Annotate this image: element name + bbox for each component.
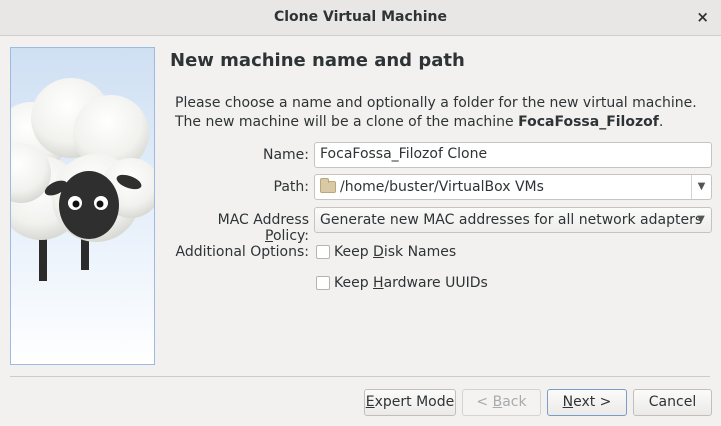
- next-mnemonic: N: [562, 394, 574, 410]
- title-bar: Clone Virtual Machine ×: [0, 0, 721, 36]
- name-label: Name:: [262, 147, 309, 163]
- expert-mode-button[interactable]: Expert Mode: [364, 389, 456, 416]
- keep-hw-text: Keep: [334, 275, 374, 291]
- back-prefix: <: [476, 394, 493, 410]
- close-icon[interactable]: ×: [696, 8, 709, 26]
- back-label: ack: [502, 394, 527, 410]
- keep-disk-text: Keep: [334, 244, 374, 260]
- keep-hw-text-end: ardware UUIDs: [383, 275, 488, 291]
- mac-label-mnemonic: P: [265, 228, 273, 244]
- source-vm-name: FocaFossa_Filozof: [518, 114, 659, 130]
- sheep-illustration: [10, 47, 155, 365]
- window-title: Clone Virtual Machine: [273, 9, 447, 25]
- mac-policy-label: MAC Address Policy:: [170, 212, 309, 244]
- description-end: .: [658, 114, 664, 130]
- back-mnemonic: B: [492, 394, 503, 410]
- keep-disk-names-label[interactable]: Keep Disk Names: [334, 244, 456, 260]
- next-button[interactable]: Next >: [547, 389, 627, 416]
- cancel-button[interactable]: Cancel: [633, 389, 712, 416]
- keep-disk-mnemonic: D: [373, 244, 384, 260]
- path-value: /home/buster/VirtualBox VMs: [340, 179, 544, 195]
- keep-hardware-uuids-checkbox[interactable]: [316, 276, 330, 290]
- expert-label: xpert Mode: [374, 394, 455, 410]
- next-label: ext >: [573, 394, 612, 410]
- page-description: Please choose a name and optionally a fo…: [175, 94, 705, 132]
- back-button[interactable]: < Back: [462, 389, 541, 416]
- keep-hardware-uuids-label[interactable]: Keep Hardware UUIDs: [334, 275, 488, 291]
- mac-label-text: MAC Address: [217, 212, 309, 228]
- mac-policy-dropdown[interactable]: Generate new MAC addresses for all netwo…: [314, 207, 712, 233]
- path-label: Path:: [273, 179, 309, 195]
- button-divider: [10, 376, 710, 377]
- keep-hw-mnemonic: H: [373, 275, 384, 291]
- folder-icon: [320, 178, 336, 193]
- name-field[interactable]: FocaFossa_Filozof Clone: [314, 142, 712, 168]
- mac-label-text-end: olicy:: [272, 228, 309, 244]
- page-heading: New machine name and path: [170, 50, 465, 71]
- path-selector[interactable]: /home/buster/VirtualBox VMs ▼: [314, 174, 712, 200]
- chevron-down-icon[interactable]: ▼: [691, 208, 711, 232]
- mac-policy-value: Generate new MAC addresses for all netwo…: [320, 212, 703, 228]
- chevron-down-icon[interactable]: ▼: [691, 175, 711, 199]
- expert-mnemonic: E: [365, 394, 375, 410]
- keep-disk-names-checkbox[interactable]: [316, 245, 330, 259]
- keep-disk-text-end: isk Names: [383, 244, 457, 260]
- additional-options-label: Additional Options:: [175, 244, 309, 260]
